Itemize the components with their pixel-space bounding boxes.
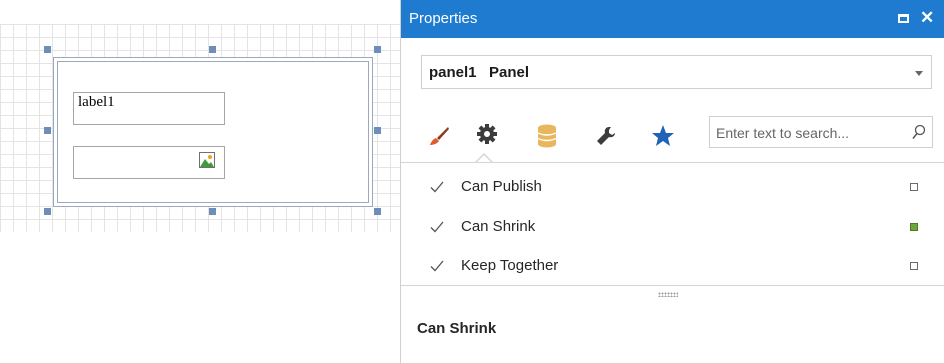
properties-window: Properties ✕ panel1 Panel Enter text to …: [400, 0, 944, 363]
property-row-can-shrink[interactable]: Can Shrink: [401, 207, 944, 247]
tab-favorites[interactable]: [643, 116, 683, 156]
tab-data[interactable]: [527, 116, 567, 156]
picture-icon: [199, 152, 215, 168]
selection-handle-bottom[interactable]: [209, 208, 216, 215]
tab-layout[interactable]: [586, 116, 626, 156]
property-label: Can Publish: [461, 178, 542, 195]
report-designer-surface[interactable]: label1: [0, 0, 400, 363]
property-description-title: Can Shrink: [417, 320, 497, 337]
close-icon[interactable]: ✕: [920, 8, 934, 28]
object-name: panel1: [429, 64, 477, 81]
description-divider: [401, 285, 944, 286]
property-label: Keep Together: [461, 257, 559, 274]
chevron-down-icon[interactable]: [915, 71, 923, 76]
checkmark-icon[interactable]: [430, 220, 444, 234]
label1-control[interactable]: label1: [73, 92, 225, 125]
panel1-control[interactable]: [53, 57, 373, 207]
database-icon: [537, 124, 557, 148]
active-tab-pointer-fill: [477, 155, 491, 162]
splitter-grip[interactable]: [658, 292, 678, 297]
panel1-inner-border: [57, 61, 369, 203]
property-row-can-publish[interactable]: Can Publish: [401, 167, 944, 207]
checkmark-icon[interactable]: [430, 259, 444, 273]
picturebox-control[interactable]: [73, 146, 225, 179]
label1-text: label1: [78, 94, 115, 110]
search-input[interactable]: [714, 122, 908, 144]
property-marker-default[interactable]: [910, 262, 918, 270]
property-marker-set[interactable]: [910, 223, 918, 231]
selection-handle-right[interactable]: [374, 127, 381, 134]
property-marker-default[interactable]: [910, 183, 918, 191]
property-label: Can Shrink: [461, 218, 536, 235]
selection-handle-left[interactable]: [44, 127, 51, 134]
object-type: Panel: [489, 64, 530, 81]
selection-handle-bottom-left[interactable]: [44, 208, 51, 215]
tabs-divider: [401, 162, 944, 163]
gear-icon: [477, 124, 497, 144]
object-selector-value: panel1 Panel: [429, 64, 529, 81]
selection-handle-top-left[interactable]: [44, 46, 51, 53]
brush-icon: [430, 127, 449, 145]
star-icon: [652, 125, 674, 146]
selection-handle-top[interactable]: [209, 46, 216, 53]
property-row-keep-together[interactable]: Keep Together: [401, 246, 944, 286]
wrench-icon: [597, 127, 615, 145]
tab-appearance[interactable]: [419, 116, 459, 156]
maximize-icon[interactable]: [898, 14, 909, 23]
property-search-box[interactable]: [709, 116, 933, 148]
selection-handle-top-right[interactable]: [374, 46, 381, 53]
search-icon[interactable]: [912, 124, 926, 140]
selection-handle-bottom-right[interactable]: [374, 208, 381, 215]
properties-title: Properties: [409, 10, 478, 27]
checkmark-icon[interactable]: [430, 180, 444, 194]
properties-titlebar: Properties ✕: [401, 0, 944, 38]
object-selector-dropdown[interactable]: panel1 Panel: [421, 55, 932, 89]
